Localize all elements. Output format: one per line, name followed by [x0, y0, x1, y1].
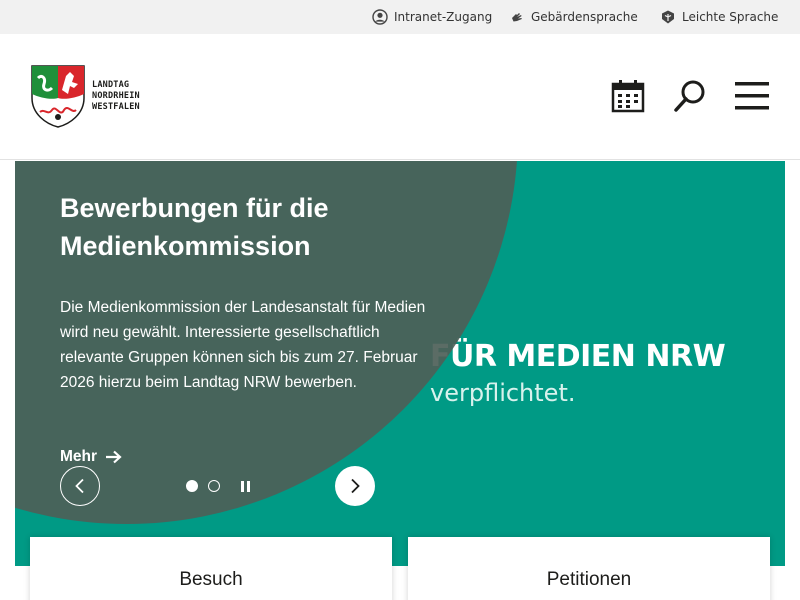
- card-besuch[interactable]: Besuch: [30, 537, 392, 600]
- hero-background-text: FÜR MEDIEN NRW: [430, 339, 726, 374]
- intranet-link[interactable]: Intranet-Zugang: [372, 0, 492, 34]
- utility-bar: Intranet-Zugang Gebärdensprache Leichte …: [0, 0, 800, 34]
- site-header: LANDTAG NORDRHEIN WESTFALEN: [0, 34, 800, 160]
- card-title: Petitionen: [546, 569, 632, 590]
- menu-button[interactable]: [732, 76, 772, 116]
- search-button[interactable]: [670, 76, 710, 116]
- logo-text: LANDTAG NORDRHEIN WESTFALEN: [92, 79, 140, 112]
- hero-description: Die Medienkommission der Landesanstalt f…: [60, 299, 426, 391]
- card-title: Besuch: [179, 569, 243, 590]
- easy-language-link[interactable]: Leichte Sprache: [660, 0, 778, 34]
- hero-title: Bewerbungen für die Medienkommission: [60, 193, 329, 261]
- pause-icon-bar: [246, 480, 250, 492]
- intranet-label: Intranet-Zugang: [394, 10, 493, 24]
- card-petitionen[interactable]: Petitionen: [408, 537, 770, 600]
- hero-background-subtext: verpflichtet.: [430, 379, 576, 407]
- landtag-logo[interactable]: LANDTAG NORDRHEIN WESTFALEN: [30, 63, 160, 129]
- coat-of-arms-icon: [31, 65, 85, 128]
- chevron-left-icon: [75, 478, 84, 494]
- easy-language-label: Leichte Sprache: [682, 10, 779, 24]
- hero-more-link[interactable]: Mehr: [60, 448, 122, 466]
- chevron-right-icon: [351, 478, 360, 494]
- sign-language-link[interactable]: Gebärdensprache: [509, 0, 638, 34]
- hero-more-label: Mehr: [60, 448, 98, 465]
- pause-icon-bar: [240, 480, 244, 492]
- calendar-button[interactable]: [608, 76, 648, 116]
- calendar-icon: [611, 80, 645, 113]
- search-icon: [674, 80, 705, 112]
- hero-slider: FÜR MEDIEN NRW verpflichtet. Bewerbungen…: [15, 161, 785, 566]
- slider-dot-2[interactable]: [208, 480, 220, 492]
- arrow-right-icon: [105, 450, 122, 464]
- slider-dot-1[interactable]: [186, 480, 198, 492]
- sign-language-icon: [509, 9, 525, 25]
- user-icon: [372, 9, 388, 25]
- sign-language-label: Gebärdensprache: [531, 10, 638, 24]
- slider-prev-button[interactable]: [60, 466, 100, 506]
- slider-next-button[interactable]: [335, 466, 375, 506]
- hamburger-icon: [735, 82, 769, 110]
- slider-pause-button[interactable]: [237, 478, 253, 494]
- easy-language-icon: [660, 9, 676, 25]
